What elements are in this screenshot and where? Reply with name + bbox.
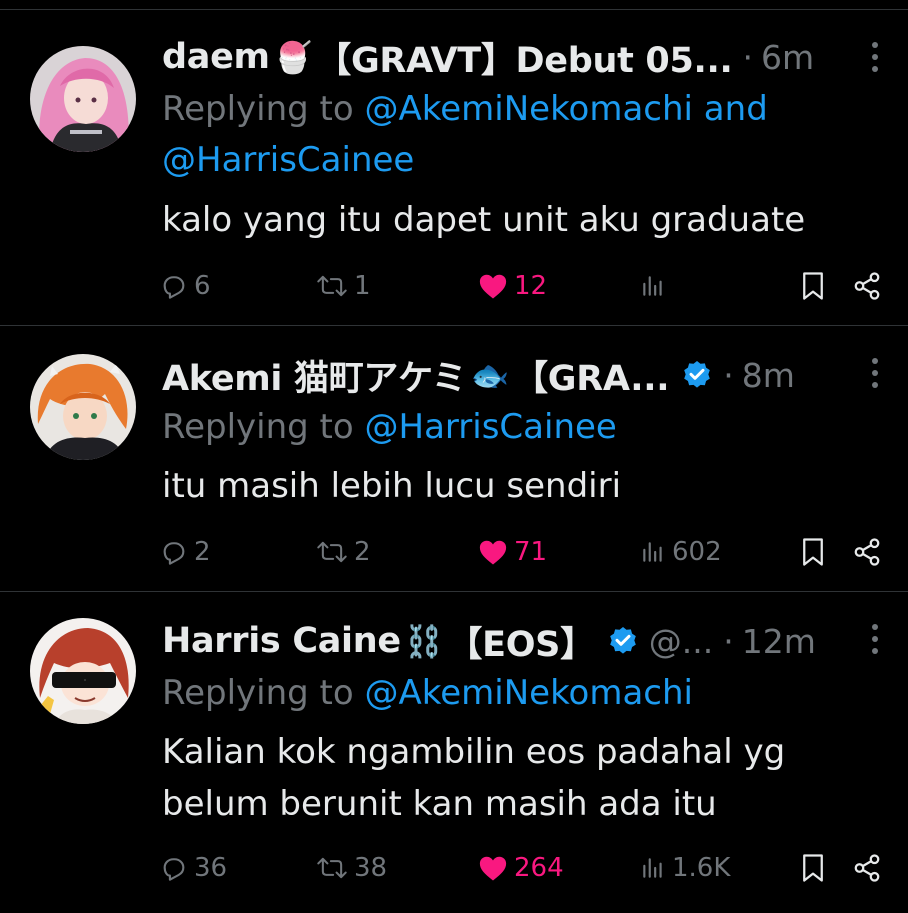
like-button[interactable]: 12 [478,266,547,306]
avatar[interactable] [30,618,136,724]
views-button[interactable]: 602 [640,532,722,572]
reply-icon [163,276,185,299]
reply-icon [163,858,185,881]
views-icon [643,542,662,562]
display-name-suffix[interactable]: 【GRA... [513,350,670,400]
tweet-text: kalo yang itu dapet unit aku graduate [162,200,806,240]
heart-filled-icon [479,274,507,299]
tweet-text: itu masih lebih lucu sendiri [162,466,622,506]
tweet-header: daem 🍧 【GRAVT】Debut 05... · 6m [162,32,824,82]
replying-to: Replying to @AkemiNekomachi [162,668,868,719]
heart-filled-icon [479,856,507,881]
avatar[interactable] [30,354,136,460]
heart-filled-icon [479,540,507,565]
top-divider [0,0,908,10]
views-icon [643,276,662,296]
tweet-actions: 2 2 71 602 [0,532,908,572]
reply-button[interactable]: 6 [160,266,211,306]
separator-dot: · [742,37,754,77]
tweet-text-line: belum berunit kan masih ada itu [162,784,717,824]
repost-button[interactable]: 38 [316,848,387,888]
repost-icon [317,541,347,563]
timestamp[interactable]: 12m [742,622,816,661]
repost-count: 2 [354,537,371,567]
share-icon [854,854,880,882]
repost-count: 38 [354,853,388,883]
bookmark-icon [803,538,823,566]
display-name-suffix[interactable]: 【GRAVT】Debut 05... [316,32,733,82]
more-options-icon[interactable] [870,624,880,660]
display-name[interactable]: daem [162,37,270,77]
repost-button[interactable]: 2 [316,532,371,572]
repost-icon [317,857,347,879]
bookmark-button[interactable] [800,848,832,888]
replying-prefix: Replying to [162,673,365,713]
display-name[interactable]: Akemi 猫町アケミ [162,350,467,400]
display-name-suffix[interactable]: 【EOS】 [447,616,595,666]
reply-count: 2 [194,537,211,567]
separator-dot: · [723,621,734,661]
tweet-text: Kalian kok ngambilin eos padahal yg belu… [162,726,868,830]
views-button[interactable] [640,266,672,306]
bookmark-button[interactable] [800,266,832,306]
tweet-text-line: Kalian kok ngambilin eos padahal yg [162,732,786,772]
share-icon [854,538,880,566]
views-icon [643,858,662,878]
separator-dot: · [723,355,734,395]
repost-count: 1 [354,271,371,301]
reply-count: 36 [194,853,228,883]
like-count: 71 [514,537,548,567]
share-button[interactable] [852,848,888,888]
reply-count: 6 [194,271,211,301]
mention-link[interactable]: @AkemiNekomachi [365,89,694,129]
timestamp[interactable]: 8m [742,356,795,395]
more-options-icon[interactable] [870,42,880,78]
share-button[interactable] [852,532,888,572]
tweet-akemi[interactable]: Akemi 猫町アケミ 🐟 【GRA... · 8m Replying to @… [0,326,908,592]
tweet-actions: 36 38 264 1.6K [0,848,908,888]
mention-joiner: and [693,89,768,129]
mention-link[interactable]: @HarrisCainee [162,140,414,180]
like-count: 264 [514,853,564,883]
bookmark-icon [803,272,823,300]
views-count: 602 [672,537,722,567]
replying-to: Replying to @AkemiNekomachi and @HarrisC… [162,84,868,186]
share-icon [854,272,880,300]
fish-emoji: 🐟 [470,357,510,394]
views-count: 1.6K [672,853,731,883]
replying-prefix: Replying to [162,407,365,447]
bookmark-icon [803,854,823,882]
bookmark-button[interactable] [800,532,832,572]
repost-button[interactable]: 1 [316,266,371,306]
tweet-actions: 6 1 12 [0,266,908,306]
share-button[interactable] [852,266,888,306]
tweet-harris[interactable]: Harris Caine ⛓️ 【EOS】 @... · 12m Replyin… [0,592,908,913]
views-button[interactable]: 1.6K [640,848,730,888]
like-button[interactable]: 71 [478,532,547,572]
repost-icon [317,275,347,297]
more-options-icon[interactable] [870,358,880,394]
replying-prefix: Replying to [162,89,365,129]
verified-badge-icon [684,361,711,388]
display-name[interactable]: Harris Caine [162,621,401,661]
reply-button[interactable]: 36 [160,848,227,888]
avatar[interactable] [30,46,136,152]
tweet-daem[interactable]: daem 🍧 【GRAVT】Debut 05... · 6m Replying … [0,10,908,326]
handle[interactable]: @... [649,622,713,661]
like-count: 12 [514,271,548,301]
verified-badge-icon [609,627,636,654]
tweet-header: Harris Caine ⛓️ 【EOS】 @... · 12m [162,616,824,666]
tweet-header: Akemi 猫町アケミ 🐟 【GRA... · 8m [162,350,824,400]
replying-to: Replying to @HarrisCainee [162,402,868,453]
reply-icon [163,542,185,565]
timestamp[interactable]: 6m [761,38,814,77]
mention-link[interactable]: @HarrisCainee [365,407,617,447]
reply-button[interactable]: 2 [160,532,211,572]
mention-link[interactable]: @AkemiNekomachi [365,673,694,713]
like-button[interactable]: 264 [478,848,564,888]
chains-emoji: ⛓️ [404,623,444,660]
shaved-ice-emoji: 🍧 [273,39,313,76]
